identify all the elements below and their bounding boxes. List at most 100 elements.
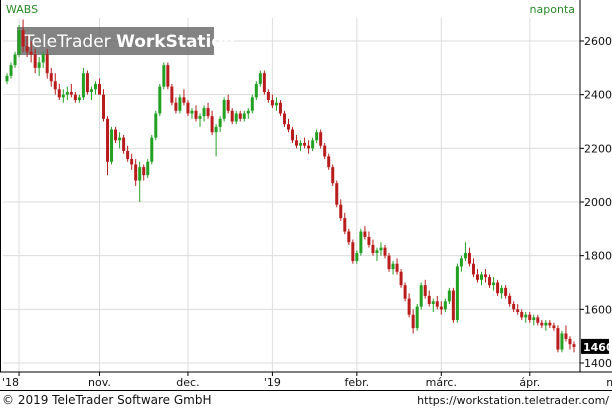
candle-body-21	[89, 89, 93, 92]
price-chart: TeleTrader WorkStation 1400 1600 1800 2000 2…	[0, 0, 612, 409]
candle-103	[419, 282, 423, 310]
candle-body-20	[85, 73, 89, 92]
candle-body-81	[331, 167, 335, 184]
candle-body-116	[471, 263, 475, 275]
candle-98	[399, 269, 403, 288]
candle-body-39	[162, 65, 166, 87]
candle-body-54	[222, 100, 226, 119]
watermark-text-part2: WorkStation	[116, 32, 235, 52]
candle-body-13	[57, 89, 61, 98]
candle-body-87	[355, 252, 359, 262]
x-tick-label-7: máj.	[606, 376, 612, 389]
candle-43	[178, 94, 182, 114]
candle-body-68	[278, 102, 282, 114]
candle-body-86	[351, 242, 355, 262]
candle-body-103	[419, 285, 423, 307]
candle-body-106	[431, 301, 435, 304]
candle-body-124	[504, 287, 508, 296]
candle-body-120	[488, 277, 492, 286]
candle-26	[110, 126, 114, 165]
candle-64	[262, 70, 266, 95]
candle-body-84	[343, 218, 347, 232]
candle-78	[319, 129, 323, 149]
candle-body-37	[154, 113, 158, 138]
candle-62	[254, 81, 258, 101]
candle-body-49	[202, 108, 206, 117]
candle-body-40	[166, 65, 170, 87]
candle-102	[415, 303, 419, 331]
candle-body-29	[122, 137, 126, 152]
candle-body-52	[214, 126, 218, 133]
candle-body-104	[423, 285, 427, 296]
candle-body-30	[126, 151, 130, 160]
x-tick-label-3: '19	[264, 376, 281, 389]
candle-body-55	[226, 100, 230, 111]
x-tick-label-2: dec.	[176, 376, 199, 389]
candle-body-75	[307, 145, 311, 149]
candle-body-31	[130, 159, 134, 165]
candle-41	[170, 83, 174, 106]
candle-body-0	[5, 75, 9, 82]
candle-body-85	[347, 231, 351, 243]
y-tick-label-2: 1800	[584, 250, 612, 263]
copyright-text: © 2019 TeleTrader Software GmbH	[2, 393, 212, 407]
candle-body-57	[234, 113, 238, 122]
candle-body-98	[399, 271, 403, 286]
candle-body-67	[274, 102, 278, 106]
candle-body-73	[299, 142, 303, 146]
y-tick-label-5: 2400	[584, 89, 612, 102]
candle-body-130	[528, 314, 532, 321]
candle-body-83	[339, 204, 343, 219]
last-price-marker: 1460	[581, 338, 612, 354]
candle-body-134	[544, 322, 548, 326]
candle-body-138	[560, 333, 564, 350]
candle-body-11	[49, 73, 53, 82]
candle-88	[359, 228, 363, 256]
candle-29	[122, 134, 126, 154]
candle-body-112	[455, 266, 459, 321]
y-tick-label-1: 1600	[584, 303, 612, 316]
watermark-text-part1: TeleTrader	[23, 32, 116, 52]
candle-body-33	[138, 167, 142, 181]
candle-body-70	[286, 124, 290, 130]
y-tick-label-6: 2600	[584, 35, 612, 48]
watermark-banner: TeleTrader WorkStation	[17, 27, 235, 55]
candle-111	[451, 287, 455, 323]
candle-body-61	[250, 97, 254, 111]
interval-label: naponta	[530, 3, 575, 16]
candle-body-117	[475, 274, 479, 280]
candle-body-65	[266, 91, 270, 101]
candle-body-92	[375, 250, 379, 253]
candle-body-123	[500, 287, 504, 294]
candle-body-115	[467, 252, 471, 264]
candle-body-80	[327, 156, 331, 168]
candle-body-14	[61, 94, 65, 98]
candle-body-93	[379, 247, 383, 251]
candle-body-43	[178, 97, 182, 111]
candle-body-132	[536, 317, 540, 323]
candle-body-100	[407, 298, 411, 315]
candle-37	[154, 110, 158, 141]
candle-138	[560, 330, 564, 353]
candle-54	[222, 97, 226, 122]
candle-body-17	[73, 94, 77, 101]
candle-body-101	[411, 314, 415, 329]
candle-body-74	[303, 142, 307, 146]
candle-body-89	[363, 231, 367, 237]
candle-body-36	[150, 137, 154, 162]
candle-body-38	[158, 86, 162, 114]
candle-body-8	[37, 62, 41, 68]
candle-body-27	[114, 129, 118, 141]
candle-body-12	[53, 81, 57, 90]
candle-body-140	[568, 338, 572, 345]
candle-body-42	[174, 102, 178, 111]
candle-body-95	[387, 255, 391, 270]
candle-body-127	[516, 309, 520, 313]
candle-body-63	[258, 73, 262, 84]
candle-body-34	[142, 167, 146, 176]
candle-body-9	[41, 54, 45, 63]
candle-body-60	[246, 110, 250, 114]
candle-body-4	[21, 30, 25, 47]
candle-body-129	[524, 314, 528, 318]
candle-body-18	[77, 97, 81, 101]
